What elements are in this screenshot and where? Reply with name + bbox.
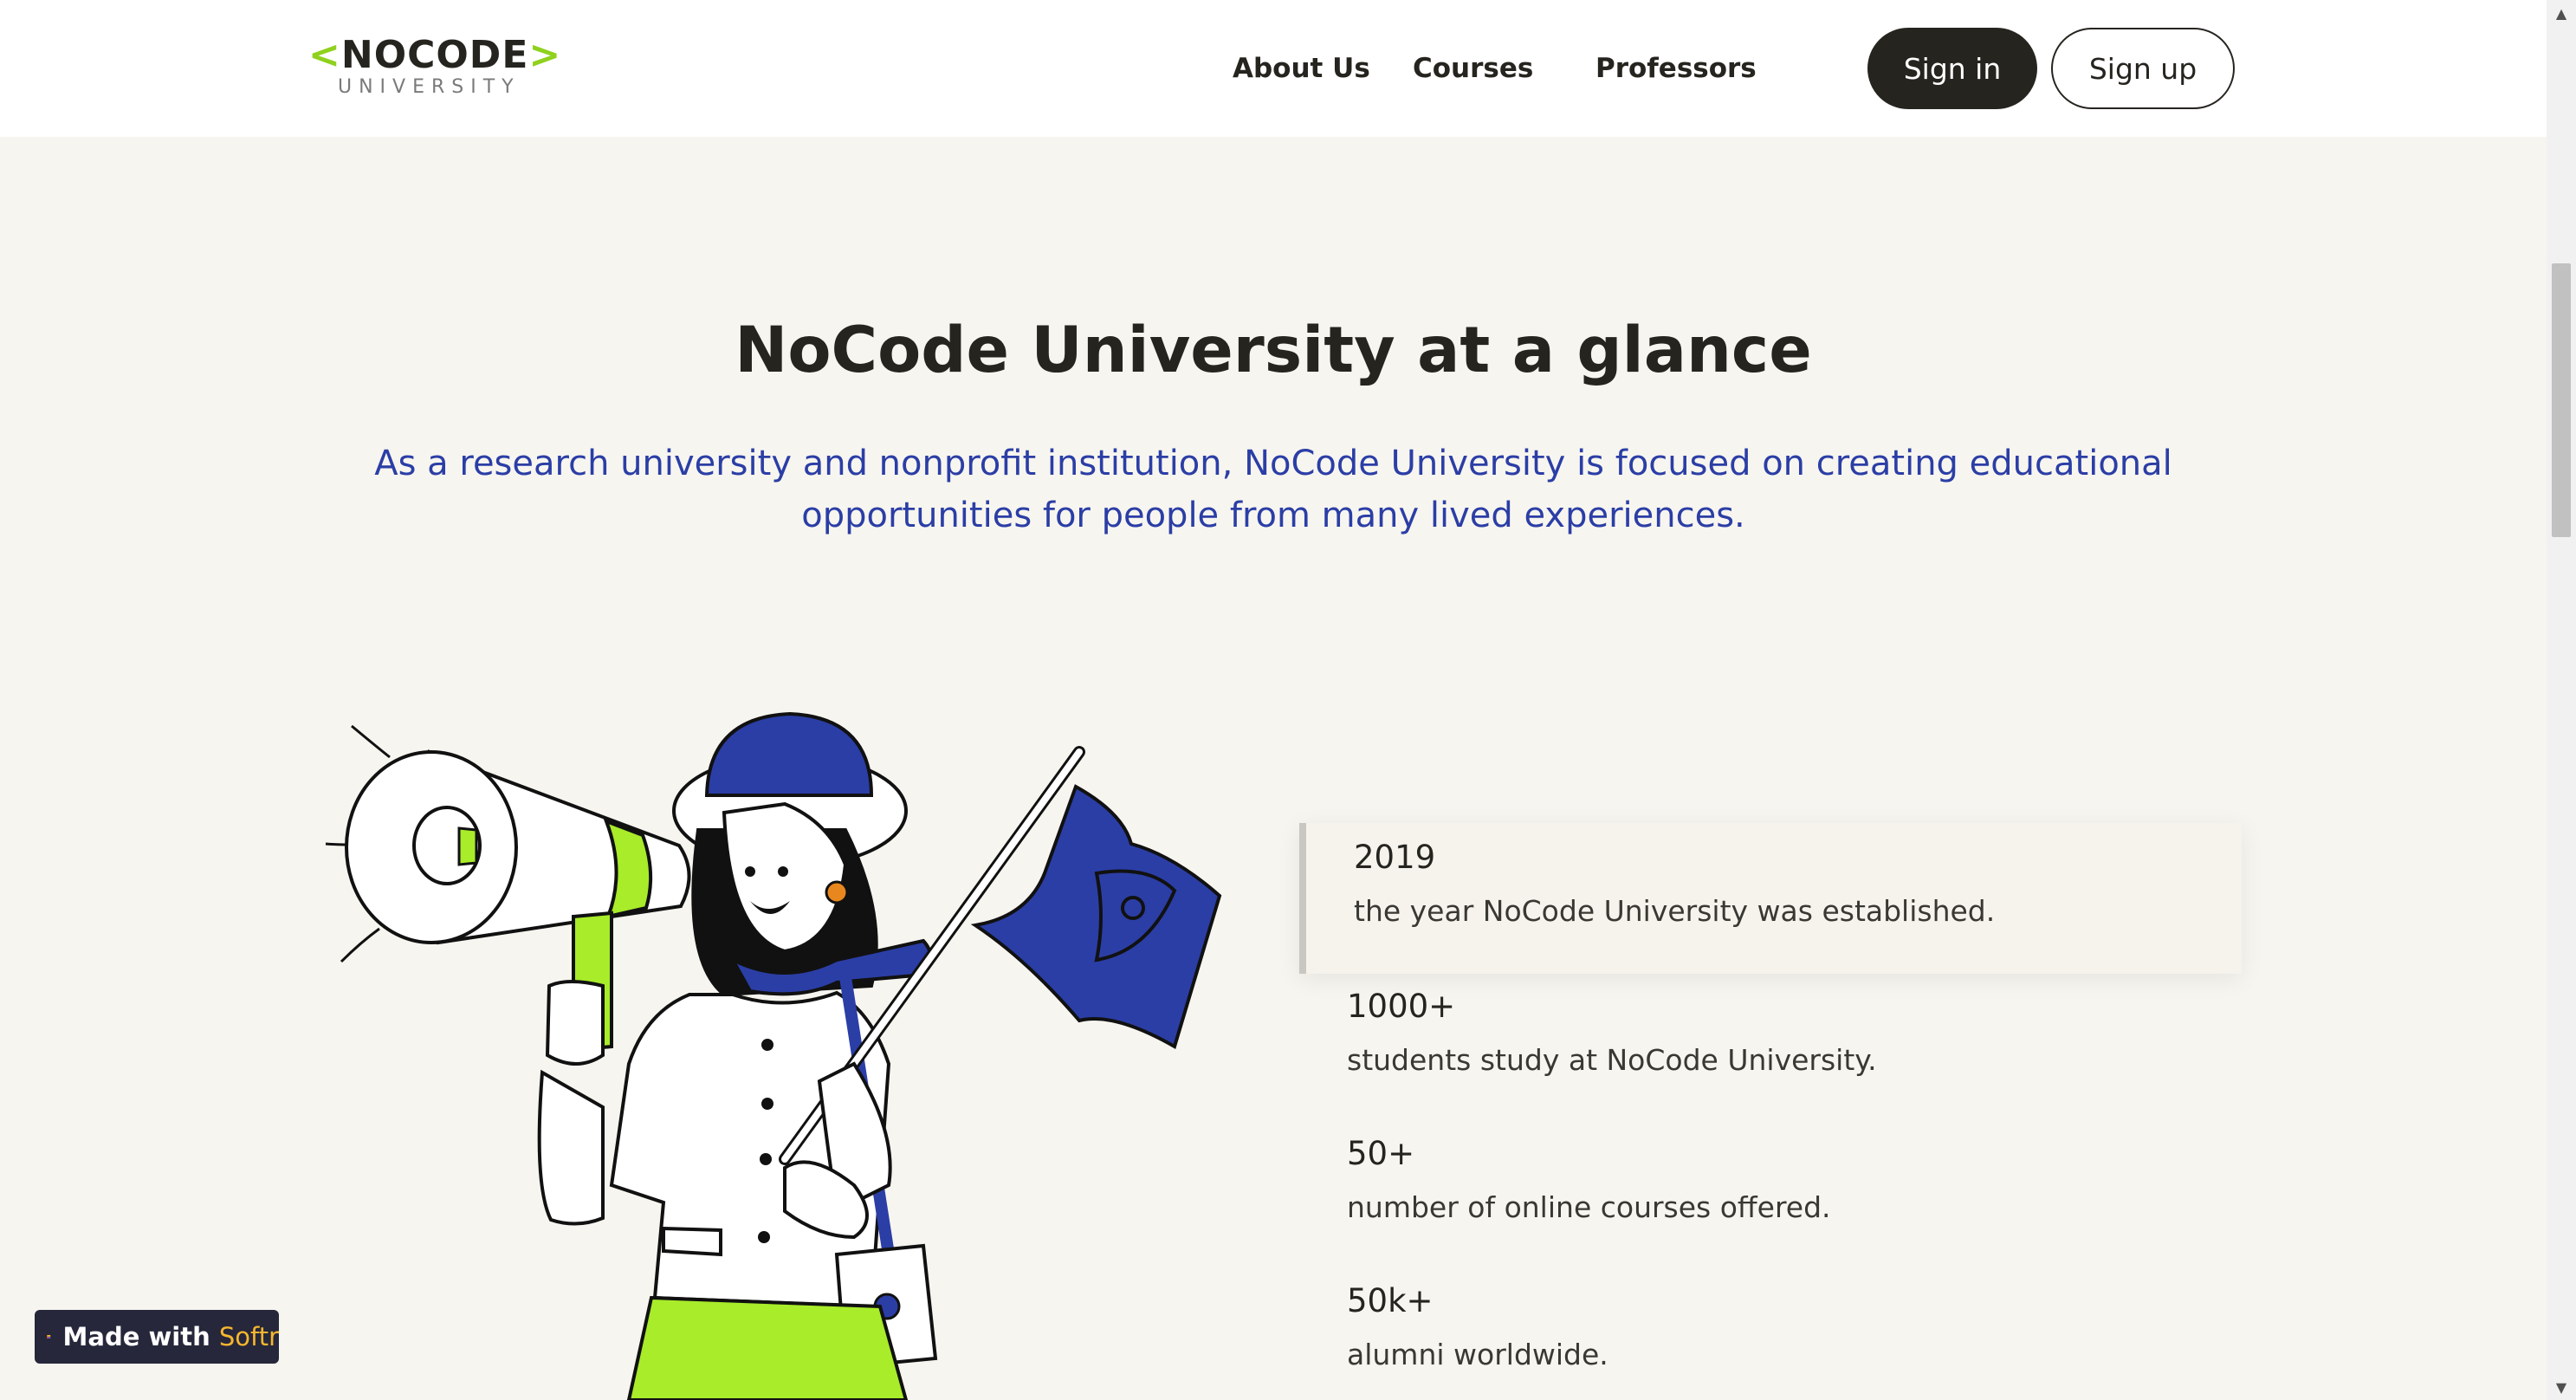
megaphone-woman-illustration (325, 711, 1222, 1400)
site-header: <NOCODE> UNIVERSITY About Us Courses Pro… (0, 0, 2547, 137)
stat-item-courses[interactable]: 50+ number of online courses offered. (1299, 1118, 2235, 1265)
softr-logo-icon (47, 1335, 51, 1338)
sign-in-button[interactable]: Sign in (1867, 28, 2037, 109)
stat-description: students study at NoCode University. (1347, 1043, 1877, 1077)
sign-up-button[interactable]: Sign up (2051, 28, 2235, 109)
vertical-scrollbar[interactable]: ▲ ▼ (2547, 0, 2576, 1400)
nav-courses[interactable]: Courses (1413, 50, 1533, 87)
logo-wordmark: <NOCODE> (308, 33, 562, 77)
logo-subtitle: UNIVERSITY (338, 76, 521, 98)
stat-description: alumni worldwide. (1347, 1338, 1608, 1371)
stat-value: 50k+ (1347, 1282, 1434, 1319)
stat-value: 2019 (1354, 839, 1436, 876)
page-title: NoCode University at a glance (735, 314, 1812, 387)
stat-value: 50+ (1347, 1135, 1415, 1172)
stat-description: number of online courses offered. (1347, 1190, 1831, 1224)
scroll-down-icon[interactable]: ▼ (2547, 1374, 2576, 1400)
scrollbar-thumb[interactable] (2552, 263, 2571, 537)
page-subtitle: As a research university and nonprofit i… (374, 444, 2172, 535)
badge-label: Made with Softr (62, 1322, 279, 1351)
page: <NOCODE> UNIVERSITY About Us Courses Pro… (0, 0, 2547, 1400)
stat-description: the year NoCode University was establish… (1354, 894, 1996, 928)
stat-item-established[interactable]: 2019 the year NoCode University was esta… (1299, 823, 2242, 974)
made-with-softr-badge[interactable]: Made with Softr (35, 1310, 279, 1364)
nav-professors[interactable]: Professors (1595, 50, 1757, 87)
logo[interactable]: <NOCODE> UNIVERSITY (308, 33, 560, 102)
nav-about-us[interactable]: About Us (1233, 50, 1370, 87)
scroll-up-icon[interactable]: ▲ (2547, 0, 2576, 26)
stat-item-students[interactable]: 1000+ students study at NoCode Universit… (1299, 970, 2235, 1118)
stat-item-alumni[interactable]: 50k+ alumni worldwide. (1299, 1265, 2235, 1400)
stat-value: 1000+ (1347, 988, 1456, 1025)
